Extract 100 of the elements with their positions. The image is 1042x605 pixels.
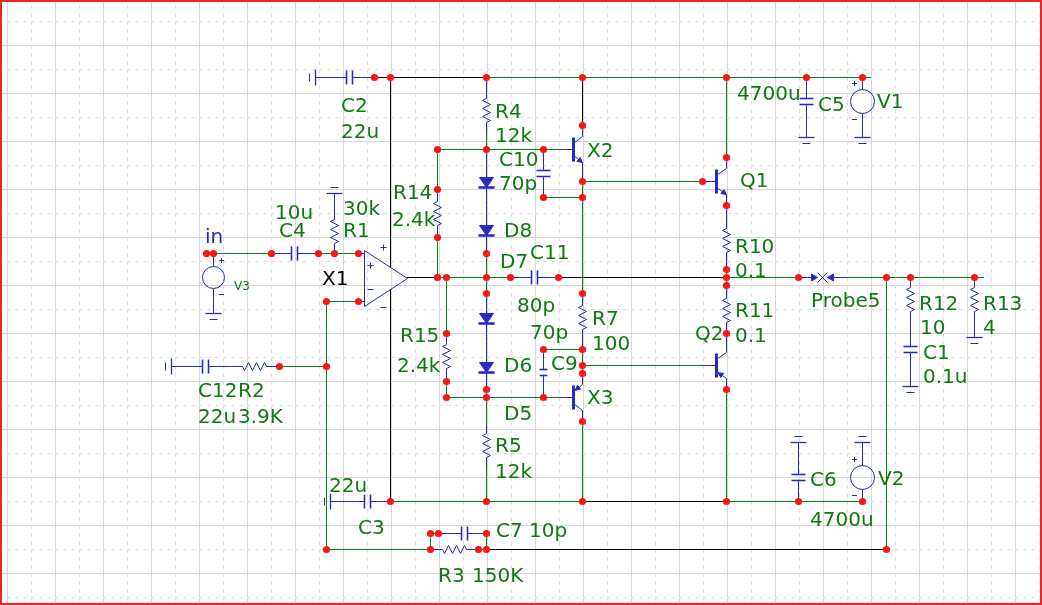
junction-dot bbox=[858, 497, 867, 506]
value-label: 22u bbox=[198, 404, 237, 428]
junction-dot bbox=[722, 153, 731, 162]
junction-dot bbox=[442, 393, 451, 402]
component-label: V3 bbox=[234, 279, 250, 293]
junction-dot bbox=[578, 73, 587, 82]
junction-dot bbox=[539, 393, 548, 402]
value-label: 0.1 bbox=[735, 258, 767, 282]
junction-dot bbox=[539, 145, 548, 154]
junction-dot bbox=[202, 249, 211, 258]
value-label: 80p bbox=[517, 293, 556, 317]
component-label: D6 bbox=[504, 353, 533, 377]
junction-dot bbox=[482, 289, 491, 298]
ground-symbol bbox=[309, 68, 317, 87]
junction-dot bbox=[802, 73, 811, 82]
component-label: C5 bbox=[818, 92, 845, 116]
junction-dot bbox=[322, 545, 331, 554]
component-label: R1 bbox=[343, 218, 370, 242]
junction-dot bbox=[482, 249, 491, 258]
value-label: 10 bbox=[920, 315, 946, 339]
value-label: 0.1 bbox=[735, 323, 767, 347]
component-label: C12 bbox=[198, 378, 238, 402]
component-label: D8 bbox=[504, 218, 533, 242]
junction-dot bbox=[722, 265, 731, 274]
net-label: in bbox=[205, 224, 224, 248]
value-label: 2.4k bbox=[397, 353, 441, 377]
ground-symbol bbox=[324, 492, 332, 511]
value-label: 3.9K bbox=[238, 404, 283, 428]
junction-dot bbox=[882, 545, 891, 554]
junction-dot bbox=[578, 193, 587, 202]
junction-dot bbox=[722, 273, 731, 282]
junction-dot bbox=[858, 73, 867, 82]
value-label: 22u bbox=[341, 119, 380, 143]
junction-dot bbox=[386, 497, 395, 506]
value-label: 70p bbox=[530, 320, 569, 344]
junction-dot bbox=[442, 329, 451, 338]
junction-dot bbox=[722, 201, 731, 210]
ground-symbol bbox=[853, 136, 872, 144]
value-label: 22u bbox=[329, 473, 368, 497]
junction-dot bbox=[578, 417, 587, 426]
component-label: C11 bbox=[530, 240, 570, 264]
ground-symbol bbox=[901, 385, 920, 393]
ground-symbol bbox=[204, 312, 223, 320]
junction-dot bbox=[482, 385, 491, 394]
ground-symbol bbox=[165, 357, 173, 376]
junction-dot bbox=[330, 249, 339, 258]
junction-dot bbox=[882, 273, 891, 282]
component-label: C6 bbox=[810, 467, 837, 491]
junction-dot bbox=[578, 345, 587, 354]
capacitor-symbol bbox=[171, 358, 231, 375]
junction-dot bbox=[482, 273, 491, 282]
value-label: 30k bbox=[343, 196, 381, 220]
component-label: D5 bbox=[504, 401, 533, 425]
junction-dot bbox=[482, 145, 491, 154]
component-label: D7 bbox=[500, 249, 529, 273]
junction-dot bbox=[314, 249, 323, 258]
junction-dot bbox=[578, 121, 587, 130]
ground-symbol bbox=[853, 436, 872, 444]
value-label: 10p bbox=[529, 518, 568, 542]
junction-dot bbox=[906, 273, 915, 282]
junction-dot bbox=[434, 529, 443, 538]
junction-dot bbox=[578, 497, 587, 506]
junction-dot bbox=[554, 273, 563, 282]
component-label: Probe5 bbox=[811, 288, 881, 312]
resistor-symbol bbox=[482, 425, 491, 466]
junction-dot bbox=[539, 193, 548, 202]
component-label: X3 bbox=[587, 385, 614, 409]
junction-dot bbox=[698, 177, 707, 186]
junction-dot bbox=[275, 362, 284, 371]
junction-dot bbox=[354, 297, 363, 306]
junction-dot bbox=[267, 249, 276, 258]
junction-dot bbox=[794, 497, 803, 506]
value-label: 150K bbox=[472, 563, 524, 587]
component-label: V1 bbox=[877, 89, 904, 113]
ground-symbol bbox=[797, 136, 816, 144]
junction-dot bbox=[433, 145, 442, 154]
junction-dot bbox=[209, 249, 218, 258]
junction-dot bbox=[722, 281, 731, 290]
component-label: X1 bbox=[322, 266, 349, 290]
junction-dot bbox=[578, 289, 587, 298]
component-label: C3 bbox=[358, 515, 385, 539]
value-label: 4700u bbox=[737, 81, 801, 105]
junction-dot bbox=[426, 545, 435, 554]
junction-dot bbox=[722, 73, 731, 82]
value-label: 0.1u bbox=[923, 364, 968, 388]
junction-dot bbox=[578, 369, 587, 378]
capacitor-symbol bbox=[902, 325, 919, 387]
component-label: R4 bbox=[495, 99, 522, 123]
junction-dot bbox=[970, 273, 979, 282]
junction-dot bbox=[386, 73, 395, 82]
junction-dot bbox=[722, 385, 731, 394]
component-label: R15 bbox=[400, 323, 440, 347]
component-label: R2 bbox=[238, 378, 265, 402]
junction-dot bbox=[482, 497, 491, 506]
component-label: C2 bbox=[341, 93, 368, 117]
junction-dot bbox=[539, 345, 548, 354]
junction-dot bbox=[322, 297, 331, 306]
junction-dot bbox=[506, 273, 515, 282]
junction-dot bbox=[322, 362, 331, 371]
junction-dot bbox=[433, 273, 442, 282]
